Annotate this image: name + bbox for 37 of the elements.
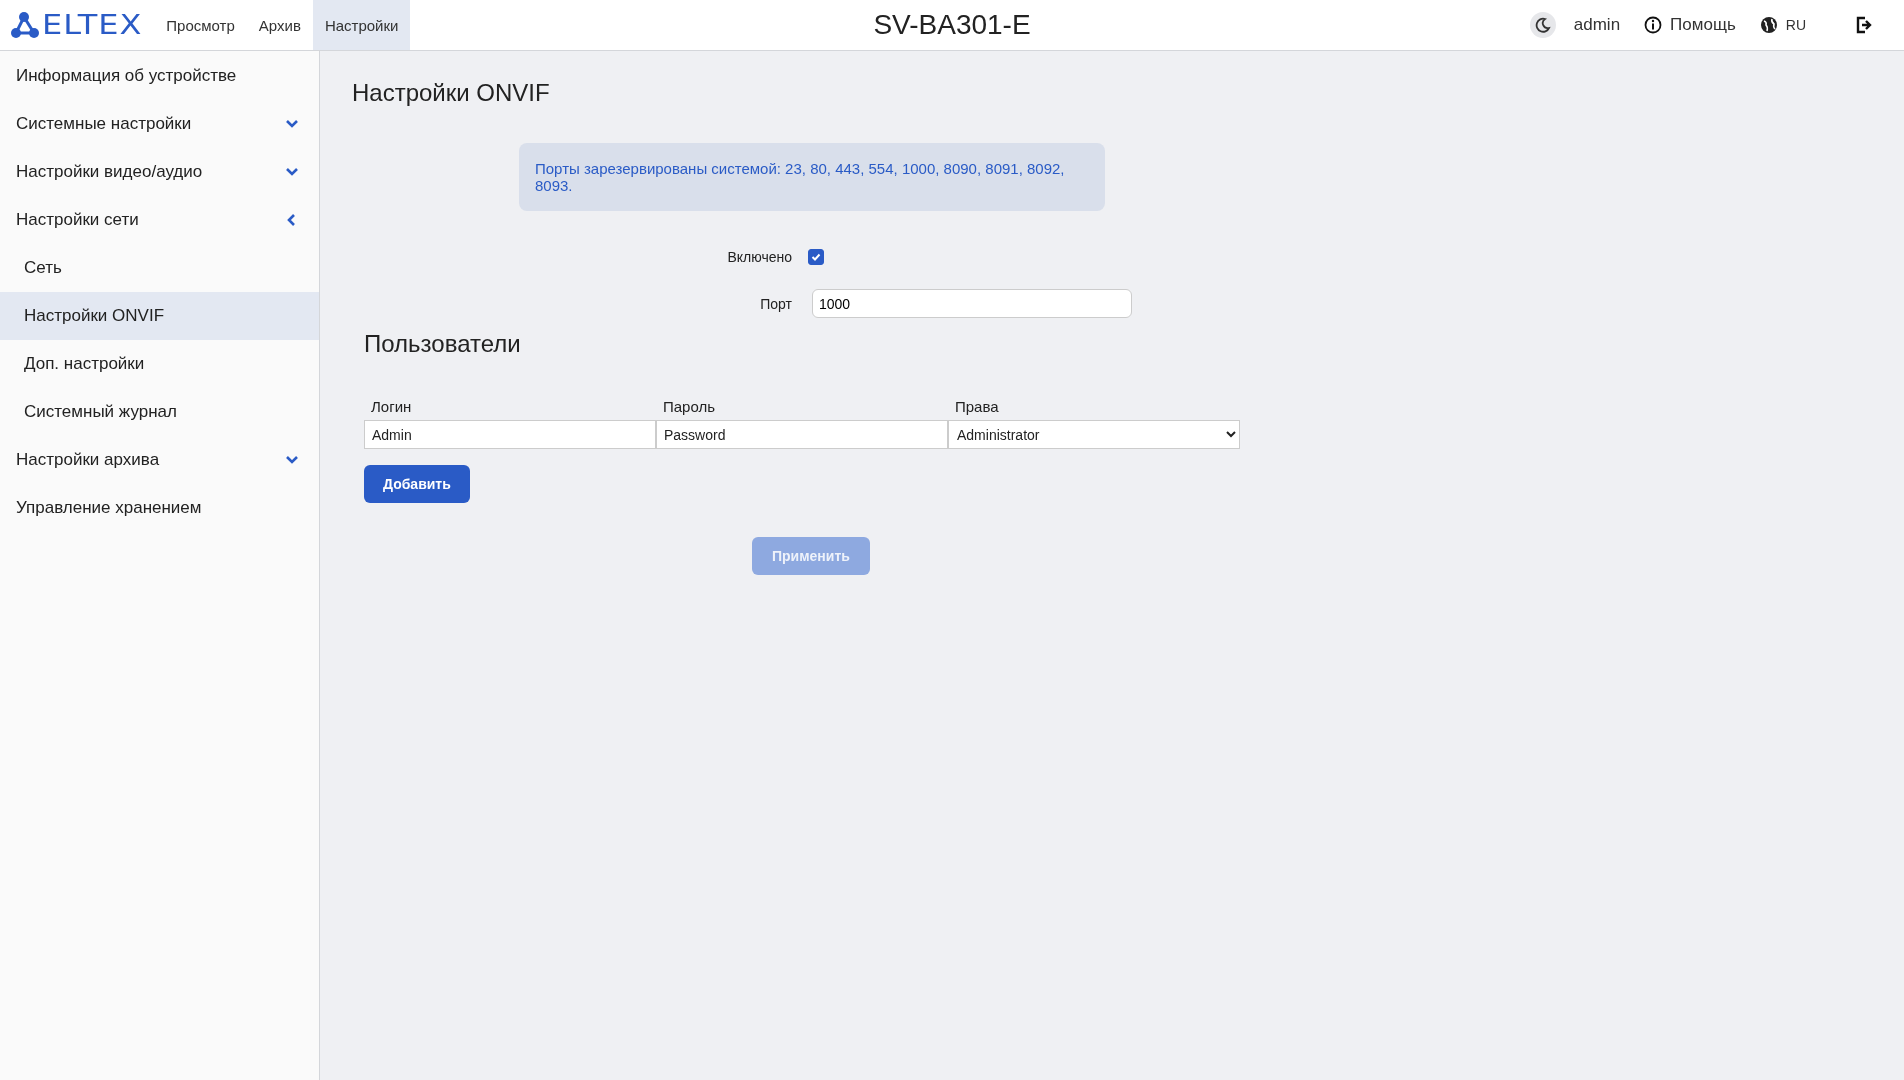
- sidebar-item[interactable]: Настройки архива: [0, 436, 319, 484]
- globe-icon: [1759, 16, 1778, 34]
- enabled-checkbox[interactable]: [808, 249, 824, 265]
- reserved-ports-notice: Порты зарезервированы системой: 23, 80, 443, 554, 1000, 8090, 8091, 8092, 8093.: [519, 143, 1105, 211]
- column-header: Права: [954, 398, 1000, 417]
- enabled-label: Включено: [726, 249, 792, 265]
- port-label: Порт: [759, 295, 792, 312]
- sidebar-item[interactable]: Информация об устройстве: [0, 52, 319, 100]
- language-button[interactable]: RU: [1753, 16, 1812, 34]
- login-field[interactable]: Admin: [364, 420, 656, 449]
- checkmark-icon: [810, 251, 822, 263]
- sidebar-subitem[interactable]: Системный журнал: [0, 388, 319, 436]
- users-heading: Пользователи: [364, 330, 522, 358]
- sidebar-subitem[interactable]: Сеть: [0, 244, 319, 292]
- rights-select[interactable]: Administrator: [948, 420, 1240, 449]
- sidebar-item[interactable]: Настройки сети: [0, 196, 319, 244]
- column-header: Логин: [370, 398, 413, 417]
- nav-tab[interactable]: Архив: [246, 0, 313, 50]
- theme-toggle-button[interactable]: [1529, 12, 1556, 38]
- port-field[interactable]: 1000: [812, 289, 1132, 318]
- user-name[interactable]: admin: [1567, 15, 1627, 35]
- sidebar-subitem[interactable]: Настройки ONVIF: [0, 292, 319, 340]
- add-button[interactable]: Добавить: [364, 465, 470, 503]
- page-title: Настройки ONVIF: [352, 79, 551, 107]
- info-icon: [1644, 16, 1663, 34]
- password-field[interactable]: Password: [656, 420, 948, 449]
- logo-icon: [10, 11, 40, 39]
- column-header: Пароль: [662, 398, 717, 417]
- nav-tab[interactable]: Настройки: [312, 0, 411, 50]
- sidebar-item[interactable]: Управление хранением: [0, 484, 319, 532]
- sidebar-subitem[interactable]: Доп. настройки: [0, 340, 319, 388]
- nav-tab[interactable]: Просмотр: [154, 0, 247, 50]
- logo-text: ELTEX: [42, 8, 143, 42]
- sidebar-item[interactable]: Системные настройки: [0, 100, 319, 148]
- device-title: SV-BA301-E: [873, 8, 1031, 42]
- sidebar-item[interactable]: Настройки видео/аудио: [0, 148, 319, 196]
- help-link[interactable]: Помощь: [1638, 15, 1742, 35]
